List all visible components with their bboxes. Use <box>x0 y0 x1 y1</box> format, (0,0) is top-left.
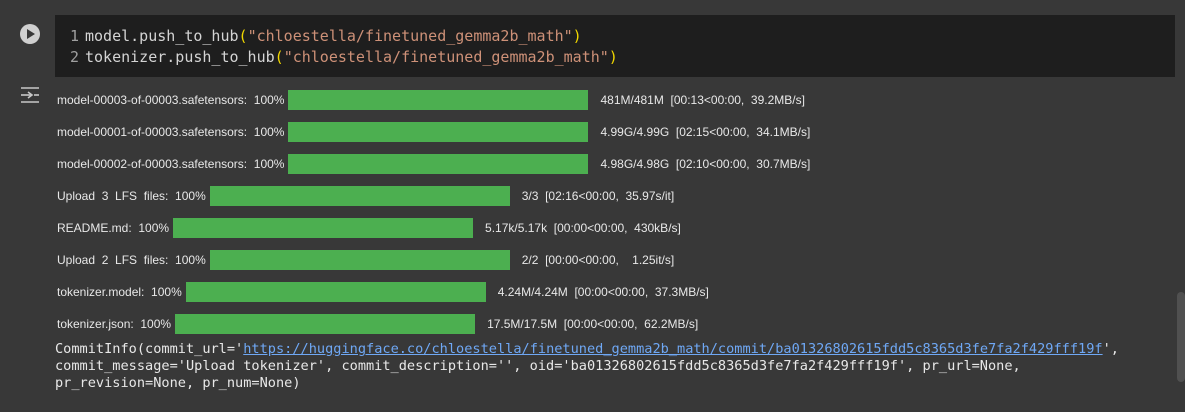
progress-label: model-00003-of-00003.safetensors: 100% <box>57 93 285 107</box>
code-call: model.push_to_hub <box>85 27 239 45</box>
code-line: 1 model.push_to_hub("chloestella/finetune… <box>55 26 582 46</box>
progress-stats: 4.24M/4.24M [00:00<00:00, 37.3MB/s] <box>497 285 709 299</box>
progress-label: model-00001-of-00003.safetensors: 100% <box>57 125 285 139</box>
progress-label: model-00002-of-00003.safetensors: 100% <box>57 157 285 171</box>
line-number: 1 <box>69 27 79 45</box>
progress-bar <box>173 218 474 238</box>
progress-row: tokenizer.model: 100% 4.24M/4.24M [00:00… <box>57 282 709 302</box>
progress-bar <box>288 90 589 110</box>
commit-url-link[interactable]: https://huggingface.co/chloestella/finet… <box>243 341 1102 357</box>
commit-info-suffix: ', <box>1102 341 1119 357</box>
commit-info-line: commit_message='Upload tokenizer', commi… <box>55 358 1021 374</box>
progress-label: README.md: 100% <box>57 221 170 235</box>
progress-row: tokenizer.json: 100% 17.5M/17.5M [00:00<… <box>57 314 698 334</box>
output-toggle-icon[interactable] <box>19 86 41 104</box>
progress-stats: 17.5M/17.5M [00:00<00:00, 62.2MB/s] <box>487 317 699 331</box>
progress-bar <box>185 282 486 302</box>
code-line: 2 tokenizer.push_to_hub("chloestella/fine… <box>55 47 618 67</box>
progress-label: tokenizer.model: 100% <box>57 285 182 299</box>
progress-bar <box>288 122 589 142</box>
code-editor[interactable]: 1 model.push_to_hub("chloestella/finetune… <box>55 15 1175 77</box>
commit-info-prefix: CommitInfo(commit_url=' <box>55 341 244 357</box>
progress-bar <box>209 186 510 206</box>
progress-bar <box>209 250 510 270</box>
progress-label: Upload 3 LFS files: 100% <box>57 189 206 203</box>
progress-row: model-00003-of-00003.safetensors: 100% 4… <box>57 90 805 110</box>
progress-label: tokenizer.json: 100% <box>57 317 172 331</box>
code-string-arg: "chloestella/finetuned_gemma2b_math" <box>247 27 573 45</box>
commit-info-output: CommitInfo(commit_url='https://huggingfa… <box>55 341 1119 392</box>
progress-stats: 481M/481M [00:13<00:00, 39.2MB/s] <box>600 93 805 107</box>
progress-stats: 3/3 [02:16<00:00, 35.97s/it] <box>521 189 675 203</box>
code-paren-close: ) <box>608 48 618 66</box>
progress-bar <box>288 154 589 174</box>
code-paren-open: ( <box>238 27 248 45</box>
progress-row: model-00002-of-00003.safetensors: 100% 4… <box>57 154 810 174</box>
output-scrollbar[interactable] <box>1177 292 1185 382</box>
run-cell-button[interactable] <box>20 24 40 44</box>
code-string-arg: "chloestella/finetuned_gemma2b_math" <box>283 48 609 66</box>
progress-row: Upload 2 LFS files: 100% 2/2 [00:00<00:0… <box>57 250 674 270</box>
progress-stats: 4.99G/4.99G [02:15<00:00, 34.1MB/s] <box>600 125 811 139</box>
progress-row: README.md: 100% 5.17k/5.17k [00:00<00:00… <box>57 218 681 238</box>
progress-stats: 2/2 [00:00<00:00, 1.25it/s] <box>521 253 675 267</box>
progress-row: model-00001-of-00003.safetensors: 100% 4… <box>57 122 810 142</box>
code-paren-open: ( <box>274 48 284 66</box>
progress-bar <box>175 314 476 334</box>
progress-label: Upload 2 LFS files: 100% <box>57 253 206 267</box>
progress-stats: 4.98G/4.98G [02:10<00:00, 30.7MB/s] <box>600 157 811 171</box>
line-number: 2 <box>69 48 79 66</box>
commit-info-line: pr_revision=None, pr_num=None) <box>55 375 301 391</box>
progress-row: Upload 3 LFS files: 100% 3/3 [02:16<00:0… <box>57 186 674 206</box>
progress-stats: 5.17k/5.17k [00:00<00:00, 430kB/s] <box>485 221 681 235</box>
code-call: tokenizer.push_to_hub <box>85 48 275 66</box>
code-paren-close: ) <box>572 27 582 45</box>
notebook-cell: 1 model.push_to_hub("chloestella/finetune… <box>0 0 1185 412</box>
